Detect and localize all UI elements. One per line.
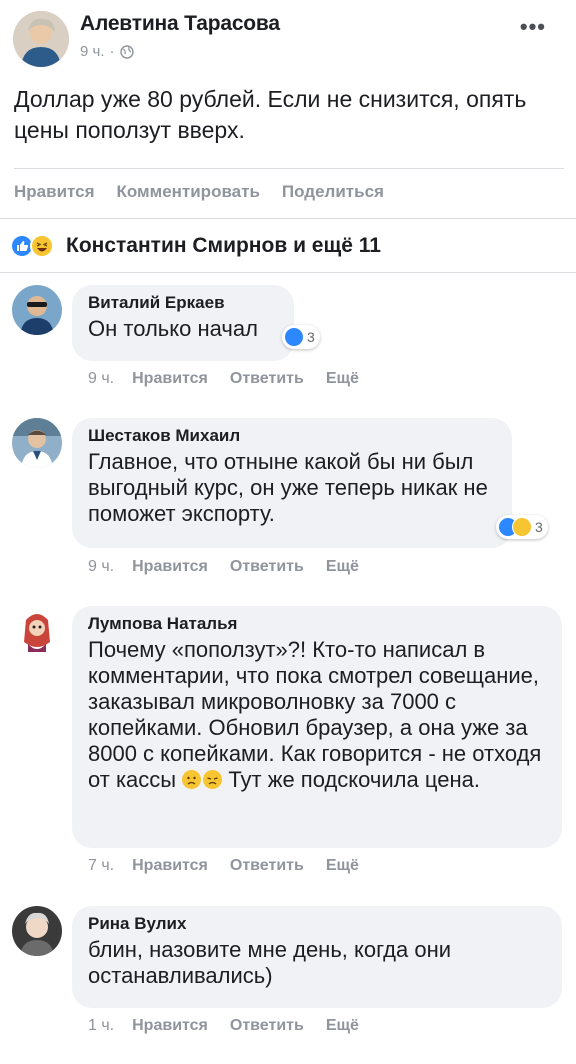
reactions-text: Константин Смирнов и ещё 11 [66,234,381,257]
comment-reply-button[interactable]: Ответить [230,857,304,875]
commenter-avatar[interactable] [12,418,62,468]
comment-like-button[interactable]: Нравится [132,1017,208,1035]
post-text: Доллар уже 80 рублей. Если не снизится, … [14,86,527,143]
reaction-icons [10,233,60,259]
commenter-avatar[interactable] [12,606,62,656]
comment-like-button[interactable]: Нравится [132,370,208,388]
comment-reaction-badge[interactable]: 3 [282,325,320,349]
comment-text: Главное, что отныне какой бы ни был выго… [88,449,488,526]
disappointed-emoji [203,770,223,789]
comment-more-button[interactable]: Ещё [326,857,359,875]
like-icon [284,327,304,347]
comment-time[interactable]: 7 ч. [88,857,114,875]
comment-more-button[interactable]: Ещё [326,1017,359,1035]
reaction-count: 3 [535,519,543,535]
comment-reply-button[interactable]: Ответить [230,370,304,388]
comment-actions: 9 ч. Нравится Ответить Ещё [88,370,359,388]
post-actions-bar: Нравится Комментировать Поделиться [14,182,384,202]
commenter-name[interactable]: Лумпова Наталья [88,614,548,634]
comment-like-button[interactable]: Нравится [132,857,208,875]
comment-more-button[interactable]: Ещё [326,370,359,388]
comment-more-button[interactable]: Ещё [326,558,359,576]
post-header: Алевтина Тарасова 9 ч. · ••• [0,0,576,80]
commenter-avatar[interactable] [12,285,62,335]
comment-bubble: Виталий Еркаев Он только начал [72,285,294,361]
comment-text-part: Тут же подскочила цена. [222,767,480,792]
comment-text: Почему «поползут»?! Кто-то написал в ком… [88,637,541,792]
comment-time[interactable]: 9 ч. [88,370,114,388]
comment-reply-button[interactable]: Ответить [230,1017,304,1035]
commenter-avatar[interactable] [12,906,62,956]
share-button[interactable]: Поделиться [282,182,384,202]
reaction-count: 3 [307,329,315,345]
comment-time[interactable]: 1 ч. [88,1017,114,1035]
divider [0,218,576,219]
post-time[interactable]: 9 ч. [80,43,105,60]
comment-actions: 1 ч. Нравится Ответить Ещё [88,1017,359,1035]
comment-button[interactable]: Комментировать [117,182,260,202]
comment-bubble: Рина Вулих блин, назовите мне день, когд… [72,906,562,1008]
more-options-button[interactable]: ••• [520,14,546,40]
comment-actions: 9 ч. Нравится Ответить Ещё [88,558,359,576]
comment-text: блин, назовите мне день, когда они остан… [88,937,452,988]
post-meta: 9 ч. · [80,43,134,60]
comment-like-button[interactable]: Нравится [132,558,208,576]
divider [0,272,576,273]
comment-bubble: Шестаков Михаил Главное, что отныне како… [72,418,512,548]
author-name[interactable]: Алевтина Тарасова [80,12,280,36]
commenter-name[interactable]: Шестаков Михаил [88,426,498,446]
globe-icon [119,44,134,59]
author-avatar[interactable] [13,11,69,67]
divider [14,168,564,169]
comment-reaction-badge[interactable]: 3 [496,515,548,539]
meta-separator: · [109,43,115,60]
commenter-name[interactable]: Виталий Еркаев [88,293,280,313]
haha-icon [30,234,54,258]
comment-text: Он только начал [88,316,258,341]
commenter-name[interactable]: Рина Вулих [88,914,548,934]
comment-time[interactable]: 9 ч. [88,558,114,576]
like-button[interactable]: Нравится [14,182,95,202]
reactions-summary[interactable]: Константин Смирнов и ещё 11 [10,233,381,259]
comment-bubble: Лумпова Наталья Почему «поползут»?! Кто-… [72,606,562,848]
comment-actions: 7 ч. Нравится Ответить Ещё [88,857,359,875]
comment-reply-button[interactable]: Ответить [230,558,304,576]
sad-icon [512,517,532,537]
frown-emoji [182,770,202,789]
